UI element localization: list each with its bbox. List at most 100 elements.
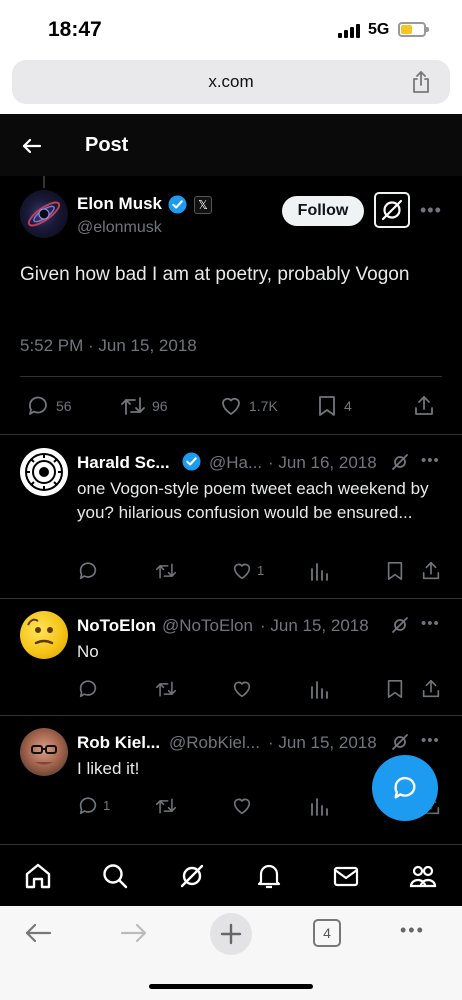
grok-icon[interactable]	[390, 615, 410, 635]
plus-icon	[220, 923, 242, 945]
person-avatar-image	[31, 745, 57, 765]
reply-text: one Vogon-style poem tweet each weekend …	[77, 479, 429, 522]
reply-compose-icon	[394, 776, 416, 799]
reply-icon[interactable]	[77, 795, 99, 817]
repost-icon[interactable]	[155, 795, 177, 817]
share-post-icon[interactable]	[420, 560, 442, 582]
x-affiliate-icon: 𝕏	[194, 196, 212, 214]
thread-line	[43, 176, 45, 188]
author-name[interactable]: Rob Kiel...	[77, 733, 160, 753]
grok-icon[interactable]	[177, 861, 207, 891]
divider	[0, 598, 462, 599]
author-name[interactable]: Elon Musk	[77, 194, 162, 214]
repost-stat[interactable]: 96	[120, 394, 168, 418]
galaxy-avatar-image	[27, 201, 61, 227]
reply-actions	[77, 678, 447, 702]
emoji-avatar-image	[27, 618, 54, 645]
messages-envelope-icon[interactable]	[331, 861, 361, 891]
heart-icon[interactable]	[231, 560, 253, 582]
views-icon[interactable]	[309, 678, 329, 700]
more-options-icon[interactable]: •••	[421, 452, 440, 469]
browser-forward-icon[interactable]	[119, 920, 149, 946]
bottom-nav	[0, 844, 462, 906]
reply-stat[interactable]: 56	[26, 394, 72, 418]
reply-date[interactable]: · Jun 15, 2018	[260, 616, 369, 636]
views-icon[interactable]	[309, 560, 329, 582]
grok-icon[interactable]	[390, 732, 410, 752]
bookmark-stat[interactable]: 4	[316, 394, 352, 418]
follow-button[interactable]: Follow	[282, 196, 364, 226]
battery-icon	[398, 22, 429, 37]
communities-icon[interactable]	[408, 861, 438, 891]
mandala-avatar-image	[25, 453, 63, 491]
verified-badge-icon	[182, 452, 201, 471]
post-timestamp[interactable]: 5:52 PM · Jun 15, 2018	[20, 336, 197, 356]
url-text: x.com	[208, 72, 254, 91]
grok-icon[interactable]	[390, 452, 410, 472]
repost-icon[interactable]	[155, 678, 177, 700]
avatar[interactable]	[20, 611, 68, 659]
browser-menu-icon[interactable]: •••	[400, 920, 425, 941]
compose-reply-button[interactable]	[372, 755, 438, 821]
bookmark-icon	[319, 396, 335, 416]
reply-date[interactable]: · Jun 15, 2018	[268, 733, 377, 753]
browser-back-icon[interactable]	[23, 920, 53, 946]
network-label: 5G	[368, 21, 390, 38]
search-icon[interactable]	[100, 861, 130, 891]
heart-icon[interactable]	[231, 795, 253, 817]
divider	[0, 434, 462, 435]
page-title: Post	[85, 134, 129, 156]
signal-icon	[338, 24, 362, 38]
reply-count: 56	[56, 398, 72, 414]
author-name[interactable]: NoToElon	[77, 616, 156, 636]
avatar[interactable]	[20, 190, 68, 238]
post-text: Given how bad I am at poetry, probably V…	[20, 264, 410, 285]
post-header: Post	[0, 114, 462, 176]
repost-icon[interactable]	[155, 560, 177, 582]
browser-address-area: x.com	[0, 58, 462, 114]
reply-icon[interactable]	[77, 560, 99, 582]
avatar[interactable]	[20, 728, 68, 776]
heart-icon	[222, 397, 240, 415]
divider	[20, 376, 442, 377]
author-handle[interactable]: @RobKiel...	[169, 733, 260, 753]
avatar[interactable]	[20, 448, 68, 496]
author-handle[interactable]: @Ha...	[209, 453, 262, 473]
more-options-icon[interactable]: •••	[421, 732, 440, 749]
verified-badge-icon	[168, 195, 187, 214]
address-bar[interactable]: x.com	[12, 60, 450, 104]
like-stat[interactable]: 1.7K	[219, 394, 278, 418]
share-icon[interactable]	[410, 70, 432, 94]
home-indicator	[149, 984, 313, 989]
back-arrow-icon[interactable]	[20, 134, 44, 158]
bookmark-icon[interactable]	[385, 560, 405, 582]
bookmark-icon[interactable]	[385, 678, 405, 700]
more-options-icon[interactable]: •••	[421, 615, 440, 632]
like-count: 1.7K	[249, 398, 278, 414]
views-icon[interactable]	[309, 795, 329, 817]
heart-icon[interactable]	[231, 678, 253, 700]
reply-icon[interactable]	[77, 678, 99, 700]
share-post-icon[interactable]	[420, 678, 442, 700]
share-post-icon[interactable]	[412, 394, 436, 418]
author-handle[interactable]: @NoToElon	[162, 616, 253, 636]
like-count: 1	[257, 563, 265, 578]
author-handle[interactable]: @elonmusk	[77, 219, 162, 237]
home-icon[interactable]	[23, 861, 53, 891]
reply-date[interactable]: · Jun 16, 2018	[268, 453, 377, 473]
reply-count: 1	[103, 798, 111, 813]
grok-icon	[381, 199, 403, 221]
repost-icon	[121, 397, 145, 415]
status-time: 18:47	[48, 18, 102, 41]
grok-button[interactable]	[374, 192, 410, 228]
notifications-bell-icon[interactable]	[254, 861, 284, 891]
reply-icon	[29, 396, 47, 415]
new-tab-button[interactable]	[210, 913, 252, 955]
bookmark-count: 4	[344, 398, 352, 414]
reply-actions: 1	[77, 560, 447, 584]
browser-toolbar: 4 •••	[0, 906, 462, 1000]
tabs-button[interactable]: 4	[313, 919, 341, 947]
more-options-icon[interactable]: •••	[420, 200, 442, 221]
author-name[interactable]: Harald Sc...	[77, 453, 170, 473]
divider	[0, 715, 462, 716]
